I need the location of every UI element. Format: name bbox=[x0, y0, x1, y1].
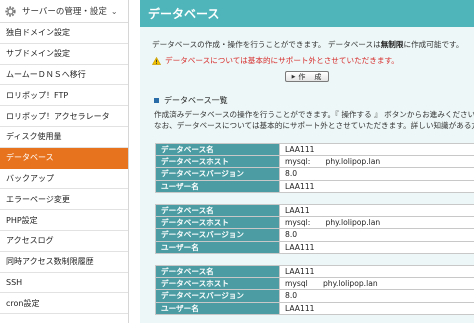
warning-icon bbox=[152, 56, 161, 65]
page-title: データベース bbox=[140, 0, 474, 27]
db-host-label: データベースホスト bbox=[155, 155, 280, 169]
sidebar-header-title: サーバーの管理・設定 bbox=[22, 7, 107, 17]
sidebar-item-cron[interactable]: cron設定 bbox=[0, 293, 128, 315]
sidebar-item-accelerator[interactable]: ロリポップ！アクセラレータ bbox=[0, 106, 128, 127]
table-row: データベースホスト mysql: phy.lolipop.lan bbox=[155, 155, 474, 169]
warning-message: データベースについては基本的にサポート外とさせていただきます。 bbox=[140, 50, 474, 66]
sidebar-item-ssh[interactable]: SSH bbox=[0, 273, 128, 294]
sidebar-item-custom-domain[interactable]: 独自ドメイン設定 bbox=[0, 23, 128, 44]
page-description: データベースの作成・操作を行うことができます。 データベースは無制限に作成可能で… bbox=[140, 27, 474, 50]
sidebar-item-database[interactable]: データベース bbox=[0, 147, 128, 169]
create-row: ▶ 作 成 bbox=[140, 66, 474, 82]
sidebar-header[interactable]: サーバーの管理・設定 ⌄ bbox=[0, 0, 128, 23]
section-description-line: 作成済みデータベースの操作を行うことができます。『 操作する 』 ボタンからお進… bbox=[154, 110, 474, 119]
table-row: データベース名 LAA11 bbox=[155, 203, 474, 218]
table-row: ユーザー名 LAA111 bbox=[155, 179, 474, 193]
sidebar-item-backup[interactable]: バックアップ bbox=[0, 169, 128, 190]
section-title-text: データベース一覧 bbox=[164, 96, 228, 105]
sidebar-item-concurrent-access[interactable]: 同時アクセス数制限履歴 bbox=[0, 252, 128, 273]
db-name-value: LAA111 bbox=[279, 264, 474, 279]
db-user-label: ユーザー名 bbox=[155, 301, 280, 315]
db-version-value: 8.0 bbox=[279, 228, 474, 242]
table-row: データベースホスト mysql: phy.lolipop.lan bbox=[155, 216, 474, 230]
create-button-label: 作 成 bbox=[298, 72, 323, 81]
table-row: データベースバージョン 8.0 bbox=[155, 289, 474, 303]
sidebar-item-php-settings[interactable]: PHP設定 bbox=[0, 210, 128, 231]
table-row: データベース名 LAA111 bbox=[155, 142, 474, 157]
db-name-value: LAA11 bbox=[279, 203, 474, 218]
table-row: ユーザー名 LAA111 bbox=[155, 240, 474, 254]
triangle-right-icon: ▶ bbox=[291, 73, 297, 80]
db-name-label: データベース名 bbox=[155, 264, 280, 279]
db-host-value: mysql: phy.lolipop.lan bbox=[279, 155, 474, 169]
description-prefix: データベースの作成・操作を行うことができます。 データベースは bbox=[152, 40, 381, 49]
sidebar-item-disk-usage[interactable]: ディスク使用量 bbox=[0, 127, 128, 148]
db-version-label: データベースバージョン bbox=[155, 228, 280, 242]
sidebar-item-access-log[interactable]: アクセスログ bbox=[0, 231, 128, 252]
section-description-line: なお、データベースについては基本的にサポート外とさせていただきます。詳しい知識が… bbox=[154, 121, 474, 130]
db-user-value: LAA111 bbox=[279, 240, 474, 254]
table-row: データベース名 LAA111 bbox=[155, 264, 474, 279]
section-description: 作成済みデータベースの操作を行うことができます。『 操作する 』 ボタンからお進… bbox=[140, 106, 474, 131]
description-suffix: に作成可能です。 bbox=[403, 40, 464, 49]
db-version-value: 8.0 bbox=[279, 167, 474, 181]
db-version-label: データベースバージョン bbox=[155, 167, 280, 181]
table-row: データベースバージョン 8.0 bbox=[155, 167, 474, 181]
section-title: データベース一覧 bbox=[140, 82, 474, 106]
db-version-label: データベースバージョン bbox=[155, 289, 280, 303]
db-version-value: 8.0 bbox=[279, 289, 474, 303]
sidebar-item-subdomain[interactable]: サブドメイン設定 bbox=[0, 44, 128, 65]
db-user-value: LAA111 bbox=[279, 301, 474, 315]
square-bullet-icon bbox=[154, 98, 159, 103]
sidebar-item-ftp[interactable]: ロリポップ！FTP bbox=[0, 85, 128, 107]
database-table: データベース名 LAA11 データベースホスト mysql: phy.lolip… bbox=[155, 203, 474, 254]
table-row: データベースホスト mysql phy.lolipop.lan bbox=[155, 277, 474, 291]
table-row: データベースバージョン 8.0 bbox=[155, 228, 474, 242]
chevron-down-icon: ⌄ bbox=[110, 6, 118, 16]
gear-icon bbox=[5, 5, 16, 17]
sidebar-item-error-page[interactable]: エラーページ変更 bbox=[0, 189, 128, 211]
warning-text: データベースについては基本的にサポート外とさせていただきます。 bbox=[165, 56, 399, 65]
db-user-label: ユーザー名 bbox=[155, 240, 280, 254]
description-bold: 無制限 bbox=[380, 40, 404, 49]
db-name-label: データベース名 bbox=[155, 142, 280, 157]
db-user-label: ユーザー名 bbox=[155, 179, 280, 193]
db-host-label: データベースホスト bbox=[155, 216, 280, 230]
db-user-value: LAA111 bbox=[279, 179, 474, 193]
database-table: データベース名 LAA111 データベースホスト mysql phy.lolip… bbox=[155, 264, 474, 315]
main-content: データベース データベースの作成・操作を行うことができます。 データベースは無制… bbox=[140, 0, 474, 323]
db-host-value: mysql phy.lolipop.lan bbox=[279, 277, 474, 291]
db-name-label: データベース名 bbox=[155, 203, 280, 218]
create-button[interactable]: ▶ 作 成 bbox=[285, 71, 329, 82]
db-name-value: LAA111 bbox=[279, 142, 474, 157]
sidebar-item-muumuu-dns[interactable]: ムームーＤＮＳへ移行 bbox=[0, 65, 128, 86]
db-host-label: データベースホスト bbox=[155, 277, 280, 291]
sidebar: サーバーの管理・設定 ⌄ 独自ドメイン設定 サブドメイン設定 ムームーＤＮＳへ移… bbox=[0, 0, 129, 323]
db-host-value: mysql: phy.lolipop.lan bbox=[279, 216, 474, 230]
table-row: ユーザー名 LAA111 bbox=[155, 301, 474, 315]
database-table: データベース名 LAA111 データベースホスト mysql: phy.loli… bbox=[155, 142, 474, 193]
